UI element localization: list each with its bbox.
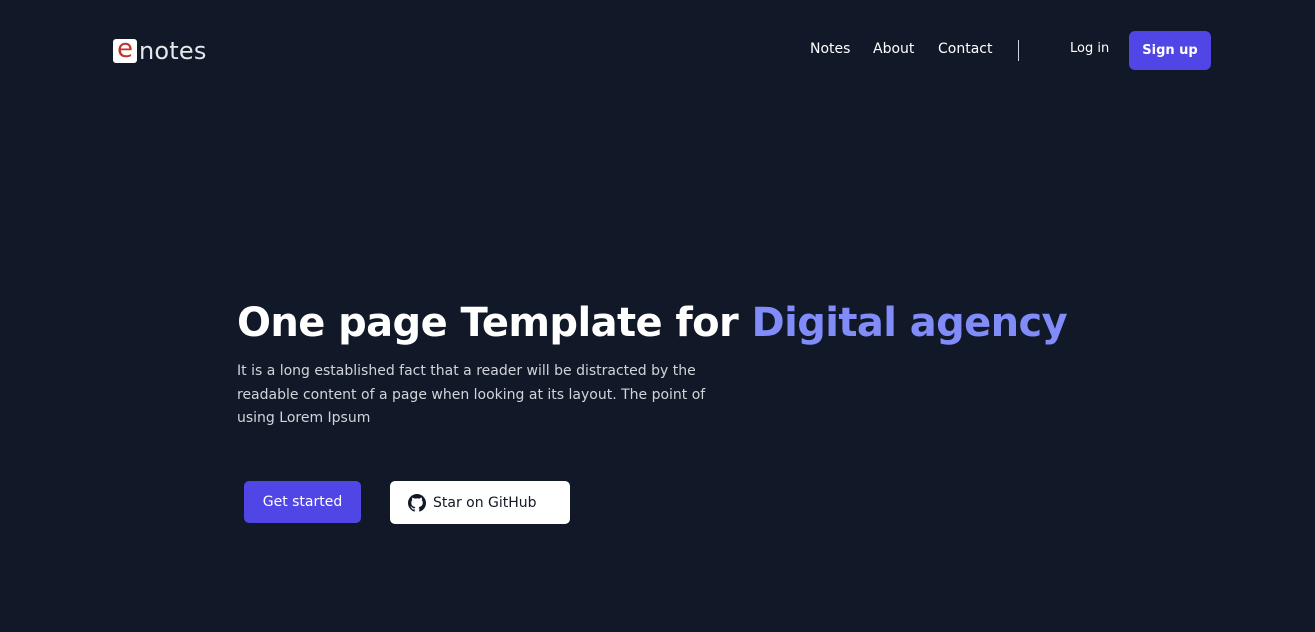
hero-title: One page Template for Digital agency [237,298,1068,348]
logo-text: notes [139,37,207,65]
nav-divider [1018,40,1019,61]
login-link[interactable]: Log in [1070,41,1109,56]
nav-notes-link[interactable]: Notes [810,41,850,57]
hero-description: It is a long established fact that a rea… [237,363,706,426]
nav-about-link[interactable]: About [873,41,914,57]
github-icon [408,493,426,512]
page: e notes Notes About Contact Log in Sign … [0,0,1315,632]
logo[interactable]: e notes [113,36,207,65]
github-button-label: Star on GitHub [433,494,537,511]
logo-mark: e [113,36,137,63]
nav-contact-link[interactable]: Contact [938,41,992,57]
get-started-button[interactable]: Get started [244,481,361,523]
signup-button[interactable]: Sign up [1129,31,1211,70]
hero-title-main: One page Template for [237,300,752,346]
hero-title-accent: Digital agency [751,300,1068,346]
star-on-github-button[interactable]: Star on GitHub [390,481,570,524]
